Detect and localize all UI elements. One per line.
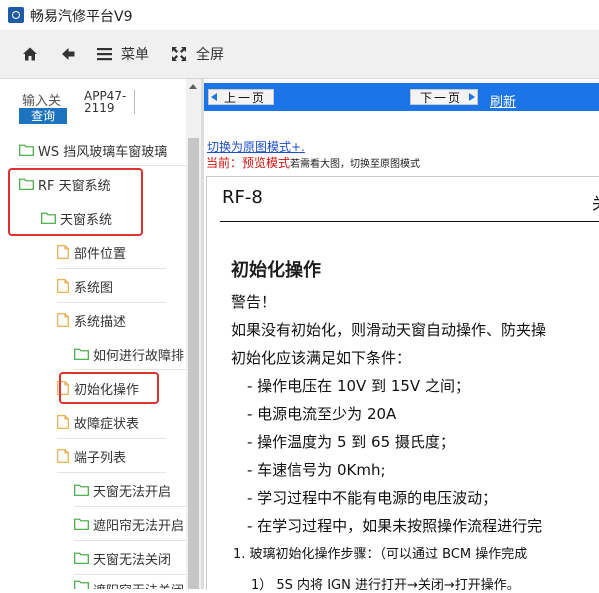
prev-page-button[interactable]: 上一页: [208, 89, 274, 105]
tree-item-part-location[interactable]: 部件位置: [57, 241, 126, 263]
next-label: 下一页: [419, 90, 462, 105]
tree-item-sunroof-no-open[interactable]: 天窗无法开启: [74, 479, 171, 501]
tree-label: 如何进行故障排: [93, 348, 185, 364]
doc-line-6: - 车速信号为 0Kmh;: [247, 461, 386, 479]
tree-item-ws[interactable]: WS 挡风玻璃车窗玻璃: [19, 139, 167, 161]
current-mode-text: 当前：预览模式若需看大图，切换至原图模式: [206, 154, 420, 171]
title-bar: 畅易汽修平台V9: [0, 0, 599, 30]
app-logo-icon: [8, 7, 24, 23]
folder-icon: [74, 552, 89, 564]
tree-label: 端子列表: [74, 450, 127, 466]
search-label: 输入关: [22, 94, 62, 109]
prev-label: 上一页: [223, 90, 266, 105]
step-1a: 1） 5S 内将 IGN 进行打开→关闭→打开操作。: [251, 578, 520, 593]
section-heading: 初始化操作: [231, 260, 321, 281]
tree-label: 系统描述: [74, 314, 127, 330]
separator: [74, 540, 186, 541]
page-header-cut-char: 关: [592, 190, 599, 214]
refresh-link[interactable]: 刷新: [490, 91, 516, 110]
tree-item-fault-table[interactable]: 故障症状表: [57, 411, 139, 433]
home-icon: [23, 47, 37, 61]
folder-icon: [74, 348, 89, 360]
separator: [57, 438, 166, 439]
doc-line-8: - 在学习过程中，如果未按照操作流程进行完: [247, 517, 543, 535]
tree-label: 系统图: [74, 280, 114, 296]
separator: [15, 165, 186, 166]
fullscreen-button[interactable]: 全屏: [171, 42, 224, 66]
page-header-rule: [220, 221, 599, 222]
tree-label: 遮阳帘无法关闭: [93, 580, 184, 589]
tree-item-system-description[interactable]: 系统描述: [57, 309, 126, 331]
highlight-box-rf: [8, 168, 143, 236]
separator: [57, 302, 166, 303]
document-icon: [57, 279, 69, 293]
document-icon: [57, 313, 69, 327]
document-icon: [57, 415, 69, 429]
tree-item-shade-no-open[interactable]: 遮阳帘无法开启: [74, 513, 184, 535]
tree-label: 部件位置: [74, 246, 127, 262]
left-scrollbar[interactable]: [186, 79, 201, 589]
tree-label: 故障症状表: [74, 416, 140, 432]
menu-label: 菜单: [121, 47, 149, 63]
page-id: RF-8: [222, 187, 263, 208]
home-button[interactable]: [22, 42, 38, 66]
folder-icon: [74, 580, 89, 589]
tree-item-sunroof-no-close[interactable]: 天窗无法关闭: [74, 547, 171, 569]
tree-label: WS 挡风玻璃车窗玻璃: [38, 144, 168, 160]
back-arrow-icon: [62, 48, 75, 60]
doc-line-2: 初始化应该满足如下条件：: [231, 349, 412, 367]
step-1: 1. 玻璃初始化操作步骤：（可以通过 BCM 操作完成: [233, 547, 528, 562]
highlight-box-init: [59, 372, 159, 404]
warning-text: 警告！: [231, 293, 277, 311]
back-button[interactable]: [60, 42, 76, 66]
current-mode-note: 若需看大图，切换至原图模式: [290, 159, 421, 170]
page-nav-bar: 上一页 下一页 刷新: [204, 83, 599, 111]
folder-icon: [19, 144, 34, 156]
folder-icon: [74, 484, 89, 496]
tree-item-terminal-list[interactable]: 端子列表: [57, 445, 126, 467]
doc-line-3: - 操作电压在 10V 到 15V 之间；: [247, 377, 470, 395]
tree-item-shade-no-close[interactable]: 遮阳帘无法关闭: [74, 580, 184, 589]
window-title: 畅易汽修平台V9: [30, 9, 133, 25]
next-arrow-icon: [469, 93, 475, 101]
current-mode-label: 当前：预览模式: [206, 156, 291, 170]
folder-icon: [74, 518, 89, 530]
document-icon: [57, 245, 69, 259]
toolbar: 菜单 全屏: [0, 30, 599, 79]
fullscreen-label: 全屏: [196, 47, 224, 63]
separator: [57, 268, 166, 269]
scroll-up-icon[interactable]: [189, 84, 197, 89]
doc-line-1: 如果没有初始化，则滑动天窗自动操作、防夹操: [231, 321, 547, 339]
app-code: APP47-2119: [84, 90, 135, 114]
separator: [74, 574, 186, 575]
next-page-button[interactable]: 下一页: [410, 89, 478, 105]
menu-button[interactable]: 菜单: [97, 42, 149, 66]
separator: [57, 472, 166, 473]
tree-label: 天窗无法关闭: [93, 552, 172, 568]
tree-item-system-diagram[interactable]: 系统图: [57, 275, 113, 297]
tree-label: 遮阳帘无法开启: [93, 518, 185, 534]
prev-arrow-icon: [211, 93, 217, 101]
doc-line-4: - 电源电流至少为 20A: [247, 405, 397, 423]
doc-line-5: - 操作温度为 5 到 65 摄氏度；: [247, 433, 455, 451]
separator: [74, 506, 186, 507]
menu-icon: [97, 48, 112, 61]
tree-item-troubleshoot[interactable]: 如何进行故障排: [74, 343, 184, 365]
scroll-thumb[interactable]: [188, 138, 199, 589]
separator: [74, 369, 186, 370]
query-button[interactable]: 查询: [19, 108, 67, 124]
switch-original-mode-link[interactable]: 切换为原图模式+.: [207, 138, 305, 155]
fullscreen-icon: [172, 47, 186, 61]
doc-line-7: - 学习过程中不能有电源的电压波动；: [247, 489, 498, 507]
tree-label: 天窗无法开启: [93, 484, 172, 500]
document-icon: [57, 449, 69, 463]
